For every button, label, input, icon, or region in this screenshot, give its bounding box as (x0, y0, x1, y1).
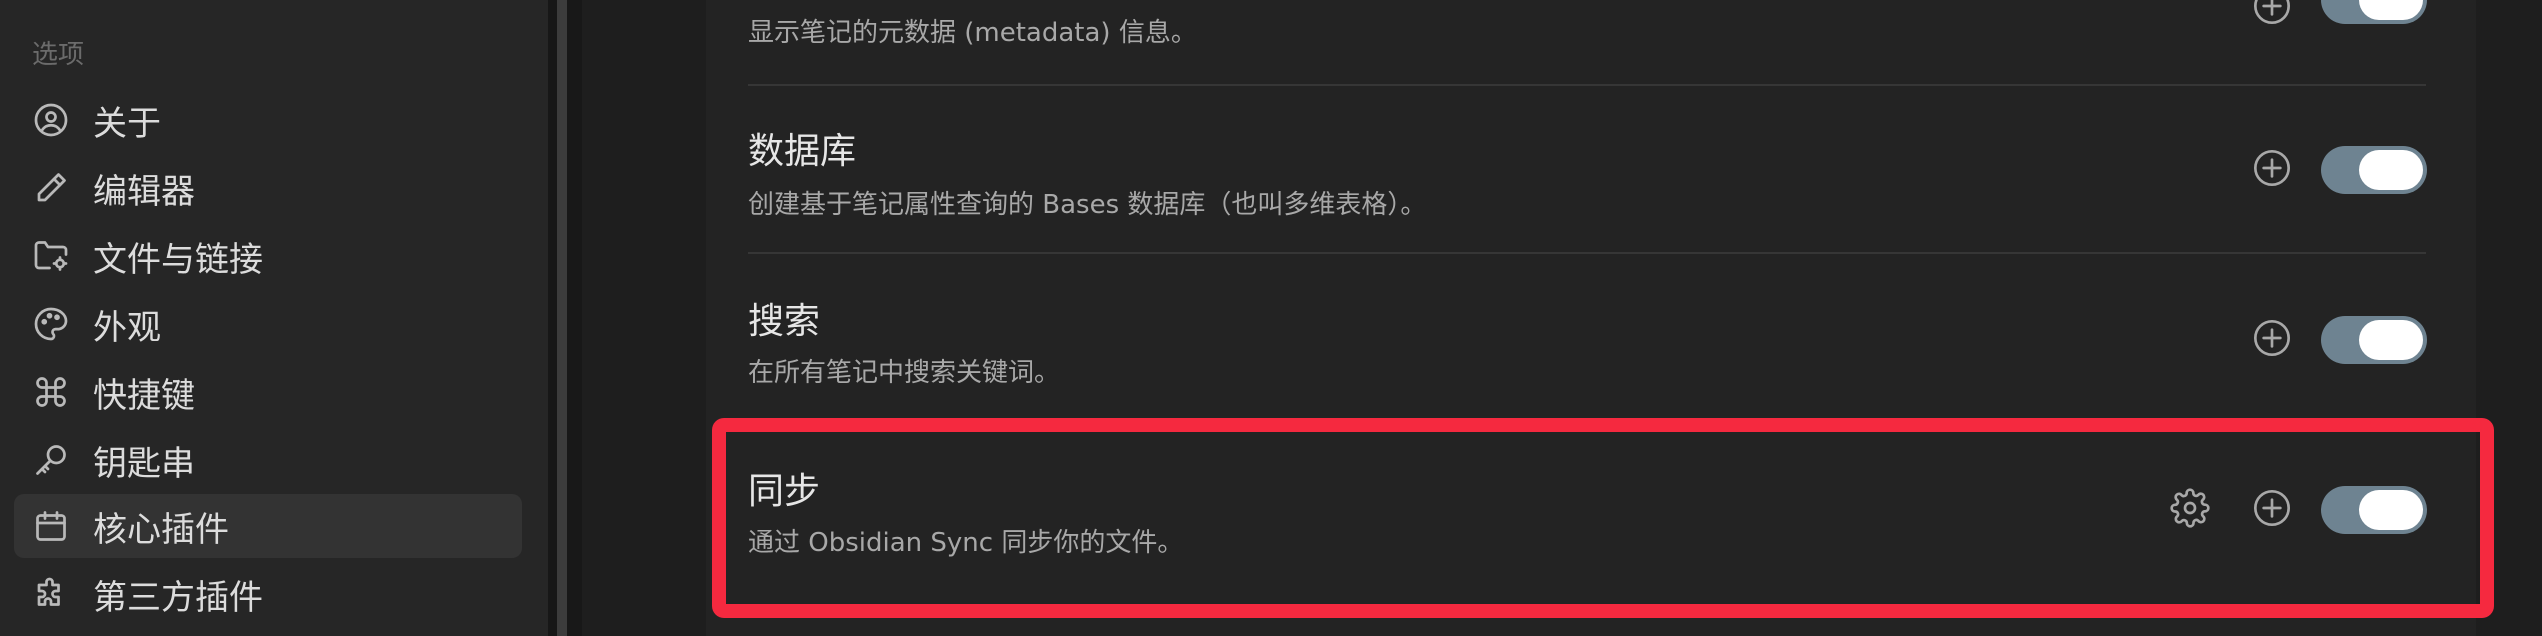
toggle-knob (2359, 490, 2423, 530)
add-plugin-button[interactable] (2250, 318, 2294, 362)
add-plugin-button[interactable] (2250, 148, 2294, 192)
plugin-description: 在所有笔记中搜索关键词。 (748, 358, 1061, 388)
pencil-icon (31, 168, 71, 208)
plus-circle-icon (2252, 488, 2292, 532)
plugin-toggle[interactable] (2321, 316, 2427, 364)
palette-icon (31, 304, 71, 344)
sidebar-item-label: 文件与链接 (93, 239, 263, 280)
plus-circle-icon (2252, 318, 2292, 362)
plus-circle-icon (2252, 148, 2292, 192)
sidebar-item-keychain[interactable]: 钥匙串 (14, 428, 522, 492)
row-separator (748, 252, 2426, 254)
sidebar-item-community-plugins[interactable]: 第三方插件 (14, 562, 522, 626)
plugin-toggle[interactable] (2321, 0, 2427, 24)
folder-cog-icon (31, 236, 71, 276)
sidebar-item-label: 编辑器 (93, 171, 195, 212)
gear-icon (2170, 488, 2210, 532)
sidebar-item-core-plugins[interactable]: 核心插件 (14, 494, 522, 558)
plugin-description: 显示笔记的元数据 (metadata) 信息。 (748, 18, 1197, 48)
plugin-settings-button[interactable] (2168, 488, 2212, 532)
sidebar-item-files-links[interactable]: 文件与链接 (14, 224, 522, 288)
sidebar-item-label: 外观 (93, 307, 161, 348)
plugin-title: 搜索 (748, 301, 821, 342)
sidebar-item-label: 钥匙串 (93, 443, 195, 484)
pane-resize-handle[interactable] (557, 0, 567, 636)
command-icon (31, 372, 71, 412)
add-plugin-button[interactable] (2250, 0, 2294, 30)
pane-divider (548, 0, 557, 636)
toggle-knob (2359, 0, 2423, 20)
plugin-toggle[interactable] (2321, 486, 2427, 534)
user-circle-icon (31, 100, 71, 140)
row-separator (748, 84, 2426, 86)
toggle-knob (2359, 320, 2423, 360)
plugin-title: 数据库 (748, 131, 857, 172)
plus-circle-icon (2252, 0, 2292, 30)
plugin-description: 创建基于笔记属性查询的 Bases 数据库（也叫多维表格）。 (748, 190, 1427, 220)
sidebar-item-about[interactable]: 关于 (14, 88, 522, 152)
pane-divider-shadow (567, 0, 582, 636)
settings-sidebar: 选项 关于 编辑器 文件与链接 外观 快捷键 钥匙串 核心插件 第三方插件 (0, 0, 548, 636)
sidebar-item-label: 核心插件 (93, 509, 229, 550)
key-icon (31, 440, 71, 480)
plugin-title: 同步 (748, 471, 821, 512)
toggle-knob (2359, 150, 2423, 190)
sidebar-item-label: 第三方插件 (93, 577, 263, 618)
sidebar-item-label: 关于 (93, 103, 161, 144)
sidebar-section-label: 选项 (32, 40, 85, 70)
calendar-icon (31, 506, 71, 546)
sidebar-item-label: 快捷键 (93, 375, 195, 416)
sidebar-item-appearance[interactable]: 外观 (14, 292, 522, 356)
sidebar-item-hotkeys[interactable]: 快捷键 (14, 360, 522, 424)
puzzle-icon (31, 574, 71, 614)
add-plugin-button[interactable] (2250, 488, 2294, 532)
sidebar-item-editor[interactable]: 编辑器 (14, 156, 522, 220)
plugin-toggle[interactable] (2321, 146, 2427, 194)
plugin-description: 通过 Obsidian Sync 同步你的文件。 (748, 528, 1184, 558)
